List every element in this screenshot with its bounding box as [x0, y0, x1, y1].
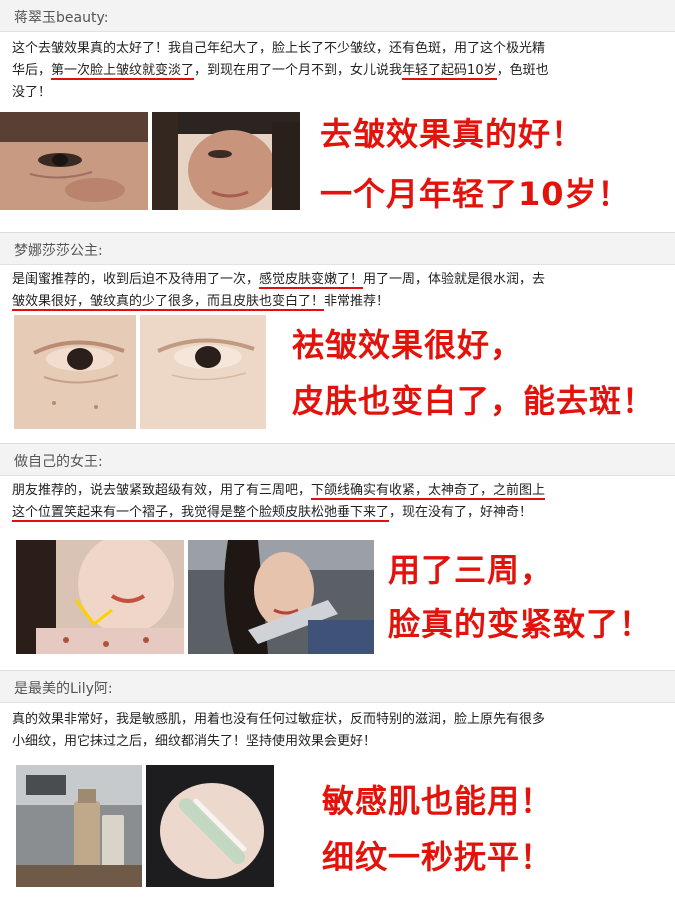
promo-slogan: 敏感肌也能用！ [322, 782, 554, 820]
product-bottle-photo [16, 765, 142, 887]
review-card: 梦娜莎莎公主: 是闺蜜推荐的，收到后迫不及待用了一次，感觉皮肤变嫩了！用了一周，… [0, 233, 675, 443]
review-author: 蒋翠玉beauty: [14, 10, 109, 26]
review-author: 是最美的Lily阿: [14, 681, 113, 697]
review-header: 做自己的女王: [0, 444, 675, 476]
review-text: 这个去皱效果真的太好了！我自己年纪大了，脸上长了不少皱纹，还有色斑，用了这个极光… [12, 41, 549, 100]
promo-slogan: 一个月年轻了10岁！ [320, 175, 631, 213]
review-header: 蒋翠玉beauty: [0, 0, 675, 32]
highlight-underline: 下颌线确实有收紧，太神奇了，之前图上 [311, 483, 546, 500]
highlight-underline: 皱效果很好，皱纹真的少了很多，而且皮肤也变白了！ [12, 294, 325, 311]
review-header: 梦娜莎莎公主: [0, 233, 675, 265]
review-text: 真的效果非常好，我是敏感肌，用着也没有任何过敏症状，反而特别的滋润，脸上原先有很… [12, 712, 546, 749]
review-card: 蒋翠玉beauty: 这个去皱效果真的太好了！我自己年纪大了，脸上长了不少皱纹，… [0, 0, 675, 232]
eye-area-before-photo [14, 315, 136, 429]
face-closeup-before-photo [0, 112, 148, 210]
face-closeup-after-photo [152, 112, 300, 210]
highlight-underline: 这个位置笑起来有一个褶子，我觉得是整个脸颊皮肤松弛垂下来了 [12, 505, 390, 522]
highlight-underline: 感觉皮肤变嫩了！ [259, 272, 364, 289]
review-author: 梦娜莎莎公主: [14, 243, 103, 259]
promo-slogan: 去皱效果真的好！ [320, 115, 585, 153]
eye-area-after-photo [140, 315, 266, 429]
review-header: 是最美的Lily阿: [0, 671, 675, 703]
promo-slogan: 祛皱效果很好， [292, 326, 524, 364]
review-author: 做自己的女王: [14, 454, 103, 470]
promo-slogan: 脸真的变紧致了！ [388, 605, 653, 643]
promo-slogan: 细纹一秒抚平！ [322, 838, 554, 876]
highlight-underline: 年轻了起码10岁 [402, 63, 497, 80]
review-text: 朋友推荐的，说去皱紧致超级有效，用了有三周吧，下颌线确实有收紧，太神奇了，之前图… [12, 483, 546, 522]
review-card: 是最美的Lily阿: 真的效果非常好，我是敏感肌，用着也没有任何过敏症状，反而特… [0, 671, 675, 900]
review-card: 做自己的女王: 朋友推荐的，说去皱紧致超级有效，用了有三周吧，下颌线确实有收紧，… [0, 444, 675, 670]
promo-slogan: 皮肤也变白了，能去斑！ [292, 382, 656, 420]
promo-slogan: 用了三周， [388, 551, 554, 589]
jawline-before-photo [16, 540, 184, 654]
review-text: 是闺蜜推荐的，收到后迫不及待用了一次，感觉皮肤变嫩了！用了一周，体验就是很水润，… [12, 272, 546, 311]
jawline-after-photo [188, 540, 374, 654]
hand-swatch-photo [146, 765, 274, 887]
highlight-underline: 第一次脸上皱纹就变淡了 [51, 63, 195, 80]
